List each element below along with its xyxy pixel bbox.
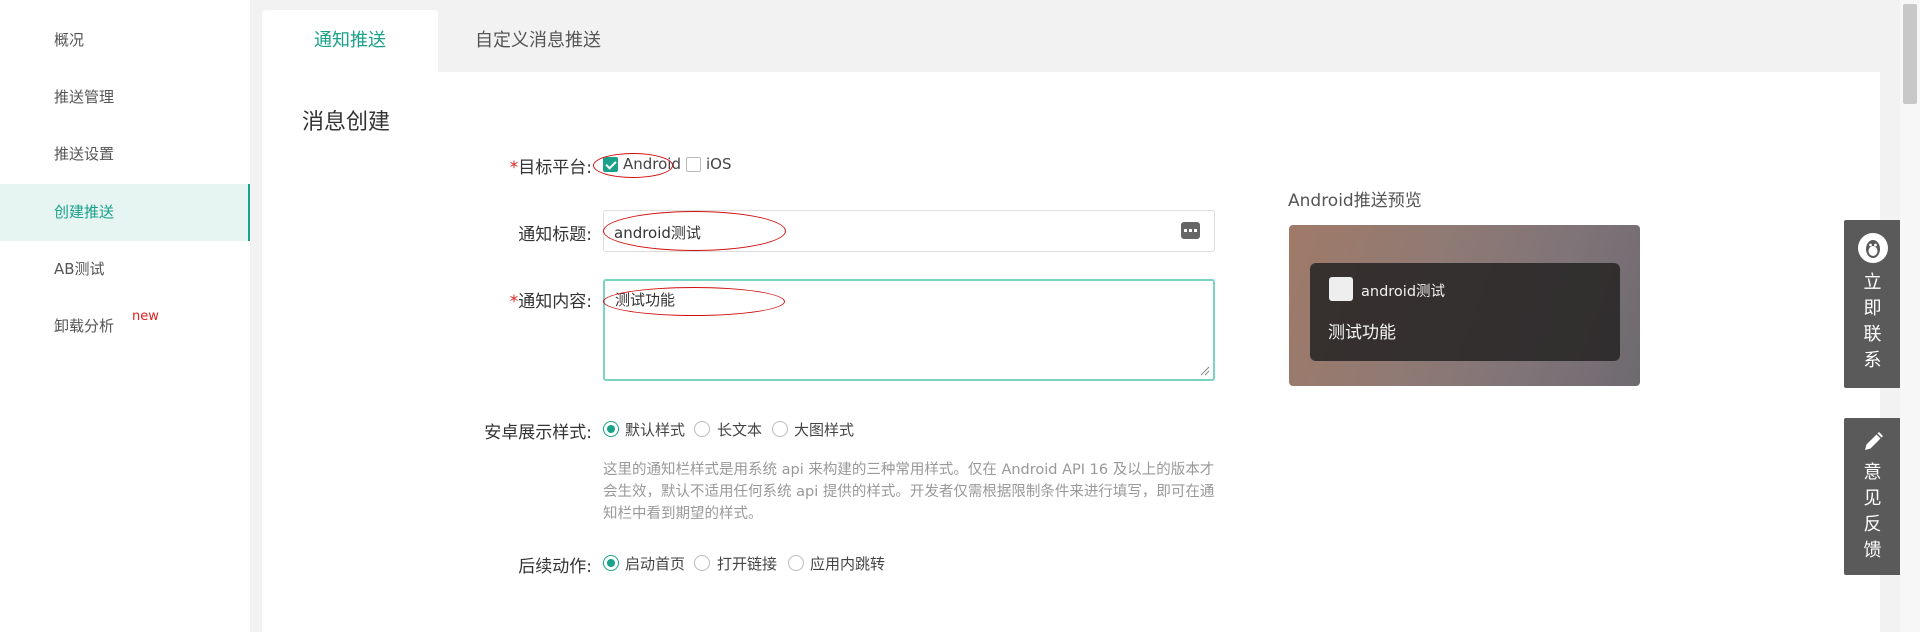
required-mark: * [509,158,519,178]
contact-char: 即 [1863,298,1882,319]
preview-notification-body: 测试功能 [1328,323,1396,343]
sidebar-item-uninstall-analysis[interactable]: 卸载分析 new [0,298,250,355]
sidebar-item-label: 概况 [54,31,85,49]
scrollbar-thumb[interactable] [1903,4,1917,104]
preview-notification: android测试 测试功能 [1310,263,1620,361]
content-label-text: 通知内容: [518,292,592,312]
qq-penguin-icon [1858,233,1888,263]
style-hint-text: 这里的通知栏样式是用系统 api 来构建的三种常用样式。仅在 Android A… [603,462,1215,522]
android-checkbox[interactable] [603,157,618,172]
action-launch-home-radio[interactable] [603,555,619,571]
required-mark: * [509,292,519,312]
platform-label: *目标平台: [392,153,592,178]
style-big-picture-label[interactable]: 大图样式 [794,419,854,440]
sidebar-item-ab-test[interactable]: AB测试 [0,241,250,298]
contact-char: 立 [1863,272,1882,293]
resize-handle-icon[interactable] [1200,366,1210,376]
sidebar-item-overview[interactable]: 概况 [0,12,250,69]
keyboard-icon[interactable] [1181,222,1200,239]
feedback-char: 馈 [1863,540,1882,561]
style-default-radio[interactable] [603,421,619,437]
action-in-app-jump-radio[interactable] [788,555,804,571]
action-launch-home-label[interactable]: 启动首页 [625,553,685,574]
new-badge: new [132,309,159,324]
sidebar-item-label: 推送设置 [54,145,115,163]
feedback-char: 意 [1863,462,1882,483]
app-icon [1329,277,1353,301]
feedback-button[interactable]: 意 见 反 馈 [1844,418,1901,575]
action-label: 后续动作: [518,557,592,577]
tab-notification-push[interactable]: 通知推送 [262,10,438,72]
preview-title: Android推送预览 [1288,191,1422,211]
notification-title-value: android测试 [614,224,701,242]
sidebar-item-label: 卸载分析 [54,317,115,335]
notification-content-value: 测试功能 [615,291,676,309]
platform-label-text: 目标平台: [518,158,592,178]
contact-char: 系 [1863,350,1882,371]
style-default-label[interactable]: 默认样式 [625,419,685,440]
sidebar: 概况 推送管理 推送设置 创建推送 AB测试 卸载分析 new [0,0,250,632]
title-label: 通知标题: [518,225,592,245]
feedback-char: 见 [1863,488,1882,509]
sidebar-item-label: 推送管理 [54,88,115,106]
style-big-picture-radio[interactable] [772,421,788,437]
sidebar-item-label: AB测试 [54,260,105,278]
action-open-link-radio[interactable] [694,555,710,571]
ios-option-label[interactable]: iOS [706,155,732,173]
notification-content-textarea[interactable]: 测试功能 [603,279,1215,381]
android-option-label[interactable]: Android [623,155,681,173]
android-preview-card: android测试 测试功能 [1289,225,1640,386]
action-open-link-label[interactable]: 打开链接 [717,553,777,574]
action-in-app-jump-label[interactable]: 应用内跳转 [810,553,885,574]
sidebar-item-label: 创建推送 [54,203,115,221]
pencil-icon [1865,432,1883,450]
sidebar-item-push-settings[interactable]: 推送设置 [0,126,250,183]
ios-checkbox[interactable] [686,157,701,172]
tab-custom-message-push[interactable]: 自定义消息推送 [438,10,638,72]
page-title: 消息创建 [302,110,391,135]
notification-title-input[interactable]: android测试 [603,210,1215,252]
content-label: *通知内容: [392,287,592,312]
style-long-text-label[interactable]: 长文本 [717,419,762,440]
sidebar-item-create-push[interactable]: 创建推送 [0,184,250,241]
sidebar-item-push-management[interactable]: 推送管理 [0,69,250,126]
contact-char: 联 [1863,324,1882,345]
style-long-text-radio[interactable] [694,421,710,437]
style-label: 安卓展示样式: [484,423,592,443]
preview-notification-title: android测试 [1361,284,1446,300]
contact-now-button[interactable]: 立 即 联 系 [1844,220,1901,388]
feedback-char: 反 [1863,514,1882,535]
